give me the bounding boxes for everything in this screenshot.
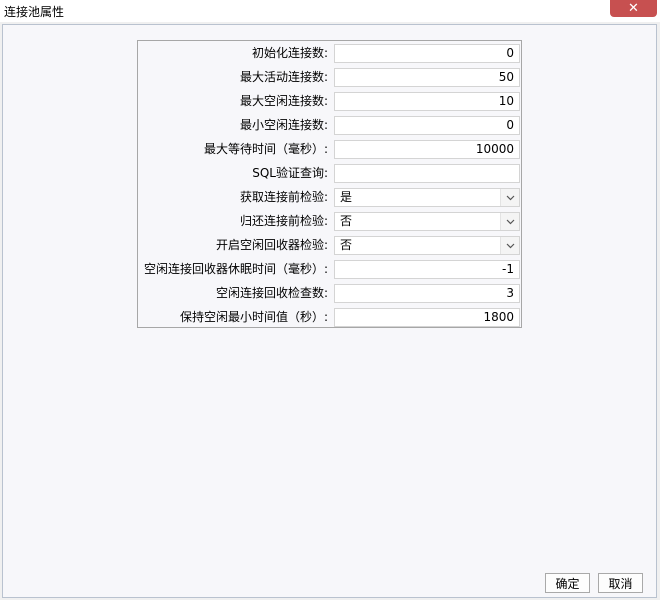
field-label: 开启空闲回收器检验: [215,238,328,252]
form-row-validation-query: SQL验证查询: [138,163,521,183]
select-value: 是 [340,190,353,204]
field-label: SQL验证查询: [252,166,328,180]
form-row-min-evictable-idle: 保持空闲最小时间值（秒）: 1800 [138,307,521,327]
max-wait-input[interactable]: 10000 [334,140,520,159]
select-value: 否 [340,214,353,228]
ok-button[interactable]: 确定 [545,573,590,593]
close-button[interactable]: ✕ [610,0,657,17]
form-row-max-active: 最大活动连接数: 50 [138,67,521,87]
field-label: 最小空闲连接数: [239,118,328,132]
max-active-input[interactable]: 50 [334,68,520,87]
select-value: 否 [340,238,353,252]
close-icon: ✕ [628,1,639,16]
form-row-min-idle: 最小空闲连接数: 0 [138,115,521,135]
pool-properties-form: 初始化连接数: 0 最大活动连接数: 50 最大空闲连接数: 10 最小空闲连接… [137,40,522,328]
field-label: 最大活动连接数: [239,70,328,84]
field-label: 获取连接前检验: [239,190,328,204]
initial-size-input[interactable]: 0 [334,44,520,63]
field-label: 最大等待时间（毫秒）: [203,142,328,156]
form-row-initial-size: 初始化连接数: 0 [138,43,521,63]
field-label: 归还连接前检验: [239,214,328,228]
evictor-check-count-input[interactable]: 3 [334,284,520,303]
field-label: 初始化连接数: [251,46,328,60]
test-on-borrow-select[interactable]: 是 [334,188,520,207]
cancel-button[interactable]: 取消 [598,573,643,593]
test-on-return-select[interactable]: 否 [334,212,520,231]
title-bar: 连接池属性 ✕ [0,0,660,22]
form-row-max-idle: 最大空闲连接数: 10 [138,91,521,111]
field-label: 最大空闲连接数: [239,94,328,108]
field-label: 空闲连接回收器休眠时间（毫秒）: [143,262,328,276]
form-row-evictor-sleep: 空闲连接回收器休眠时间（毫秒）: -1 [138,259,521,279]
chevron-down-icon[interactable] [500,189,519,206]
evictor-sleep-input[interactable]: -1 [334,260,520,279]
test-while-idle-select[interactable]: 否 [334,236,520,255]
form-row-evictor-check-count: 空闲连接回收检查数: 3 [138,283,521,303]
min-evictable-idle-input[interactable]: 1800 [334,308,520,327]
field-label: 保持空闲最小时间值（秒）: [179,310,328,324]
window-title: 连接池属性 [4,5,65,19]
form-row-test-while-idle: 开启空闲回收器检验: 否 [138,235,521,255]
min-idle-input[interactable]: 0 [334,116,520,135]
form-row-test-on-borrow: 获取连接前检验: 是 [138,187,521,207]
field-label: 空闲连接回收检查数: [215,286,328,300]
dialog-window: 连接池属性 ✕ 初始化连接数: 0 最大活动连接数: 50 最大空闲连接数: 1… [0,0,660,600]
form-row-test-on-return: 归还连接前检验: 否 [138,211,521,231]
form-row-max-wait: 最大等待时间（毫秒）: 10000 [138,139,521,159]
validation-query-input[interactable] [334,164,520,183]
max-idle-input[interactable]: 10 [334,92,520,111]
chevron-down-icon[interactable] [500,213,519,230]
chevron-down-icon[interactable] [500,237,519,254]
